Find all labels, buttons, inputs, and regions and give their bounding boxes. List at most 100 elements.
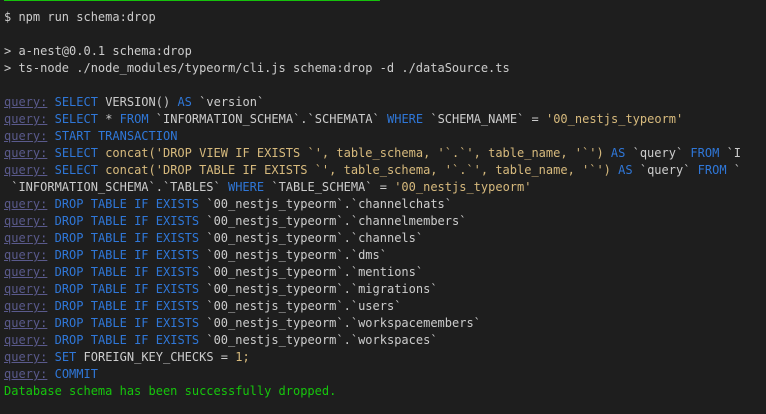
sql-keyword: DROP TABLE [54,282,127,296]
sql-keyword: FROM [690,146,720,160]
sql-keyword: FROM [119,112,149,126]
sql-text: * [105,112,113,126]
table-identifier: `00_nestjs_typeorm`.`dms` [206,248,387,262]
drop-table-line: query: DROP TABLE IF EXISTS `00_nestjs_t… [4,281,766,298]
sql-number: 1; [235,350,250,364]
sql-keyword: DROP TABLE [54,248,127,262]
sql-keyword: EXISTS [155,248,200,262]
query-line-continuation: `INFORMATION_SCHEMA`.`TABLES` WHERE `TAB… [4,179,766,196]
sql-string: '00_nestjs_typeorm' [545,112,684,126]
sql-keyword: WHERE [227,180,265,194]
sql-keyword: IF [134,299,149,313]
query-label: query: [4,112,48,126]
sql-keyword: EXISTS [155,299,200,313]
sql-text: ` [733,163,742,177]
sql-text: `SCHEMA_NAME` [430,112,525,126]
drop-table-line: query: DROP TABLE IF EXISTS `00_nestjs_t… [4,196,766,213]
drop-table-line: query: DROP TABLE IF EXISTS `00_nestjs_t… [4,247,766,264]
sql-text: `TABLE_SCHEMA` [271,180,373,194]
sql-keyword: IF [134,282,149,296]
query-line: query: START TRANSACTION [4,128,766,145]
query-line: query: SELECT * FROM `INFORMATION_SCHEMA… [4,111,766,128]
table-identifier: `00_nestjs_typeorm`.`channelchats` [206,197,452,211]
query-label: query: [4,146,48,160]
drop-table-line: query: DROP TABLE IF EXISTS `00_nestjs_t… [4,230,766,247]
command-text: $ npm run schema:drop [4,10,156,24]
sql-keyword: DROP TABLE [54,333,127,347]
sql-text: = [531,112,539,126]
query-label: query: [4,367,48,381]
terminal-output[interactable]: ━━━━━━━━━━━━━━━━━━━━━━━━━━━━━━━━━━━━━━━━… [4,0,766,400]
table-identifier: `00_nestjs_typeorm`.`users` [206,299,402,313]
drop-table-line: query: DROP TABLE IF EXISTS `00_nestjs_t… [4,264,766,281]
sql-text: VERSION() [105,95,171,109]
drop-table-line: query: DROP TABLE IF EXISTS `00_nestjs_t… [4,315,766,332]
sql-keyword: SELECT [54,95,98,109]
sql-keyword: AS [610,146,626,160]
sql-keyword: EXISTS [155,265,200,279]
sql-keyword: IF [134,231,149,245]
sql-text: `INFORMATION_SCHEMA`.`TABLES` [11,180,221,194]
success-message: Database schema has been successfully dr… [4,384,337,398]
sql-keyword: DROP TABLE [54,214,127,228]
query-line: query: SELECT concat('DROP VIEW IF EXIST… [4,145,766,162]
query-label: query: [4,95,48,109]
command-line: $ npm run schema:drop [4,9,766,26]
drop-table-line: query: DROP TABLE IF EXISTS `00_nestjs_t… [4,332,766,349]
sql-keyword: IF [134,248,149,262]
query-label: query: [4,248,48,262]
sql-string: concat('DROP VIEW IF EXISTS `', table_sc… [105,146,604,160]
sql-text: = [220,350,229,364]
sql-text: FOREIGN_KEY_CHECKS [83,350,214,364]
sql-keyword: EXISTS [155,214,200,228]
drop-table-line: query: DROP TABLE IF EXISTS `00_nestjs_t… [4,298,766,315]
sql-keyword: EXISTS [155,333,200,347]
query-label: query: [4,231,48,245]
sql-keyword: DROP TABLE [54,299,127,313]
sql-keyword: IF [134,316,149,330]
table-identifier: `00_nestjs_typeorm`.`workspacemembers` [206,316,481,330]
script-header-text: > a-nest@0.0.1 schema:drop [4,44,192,58]
sql-keyword: SET [54,350,77,364]
drop-table-line: query: DROP TABLE IF EXISTS `00_nestjs_t… [4,213,766,230]
sql-keyword: IF [134,197,149,211]
sql-keyword: IF [134,214,149,228]
sql-string: concat('DROP TABLE IF EXISTS `', table_s… [105,163,611,177]
table-identifier: `00_nestjs_typeorm`.`channelmembers` [206,214,467,228]
sql-keyword: COMMIT [54,367,98,381]
sql-text: `I [726,146,742,160]
sql-keyword: DROP TABLE [54,231,127,245]
query-label: query: [4,333,48,347]
query-line: query: SELECT concat('DROP TABLE IF EXIS… [4,162,766,179]
query-label: query: [4,316,48,330]
sql-text: `query` [632,146,684,160]
sql-text: `INFORMATION_SCHEMA`.`SCHEMATA` [155,112,380,126]
sql-keyword: DROP TABLE [54,197,127,211]
query-label: query: [4,197,48,211]
sql-string: '00_nestjs_typeorm' [394,180,532,194]
query-line: query: COMMIT [4,366,766,383]
sql-keyword: AS [618,163,633,177]
sql-text: = [379,180,387,194]
table-identifier: `00_nestjs_typeorm`.`mentions` [206,265,424,279]
sql-keyword: DROP TABLE [54,316,127,330]
script-header-line: > a-nest@0.0.1 schema:drop [4,43,766,60]
query-label: query: [4,282,48,296]
script-command-line: > ts-node ./node_modules/typeorm/cli.js … [4,60,766,77]
query-label: query: [4,214,48,228]
sql-text: `version` [199,95,265,109]
sql-keyword: SELECT [54,163,98,177]
sql-keyword: IF [134,333,149,347]
sql-keyword: SELECT [54,146,98,160]
query-label: query: [4,299,48,313]
query-label: query: [4,350,48,364]
query-label: query: [4,265,48,279]
table-identifier: `00_nestjs_typeorm`.`workspaces` [206,333,438,347]
sql-keyword: AS [177,95,192,109]
sql-keyword: DROP TABLE [54,265,127,279]
sql-keyword: SELECT [54,112,98,126]
sql-text: `query` [639,163,691,177]
sql-keyword: START TRANSACTION [54,129,178,143]
